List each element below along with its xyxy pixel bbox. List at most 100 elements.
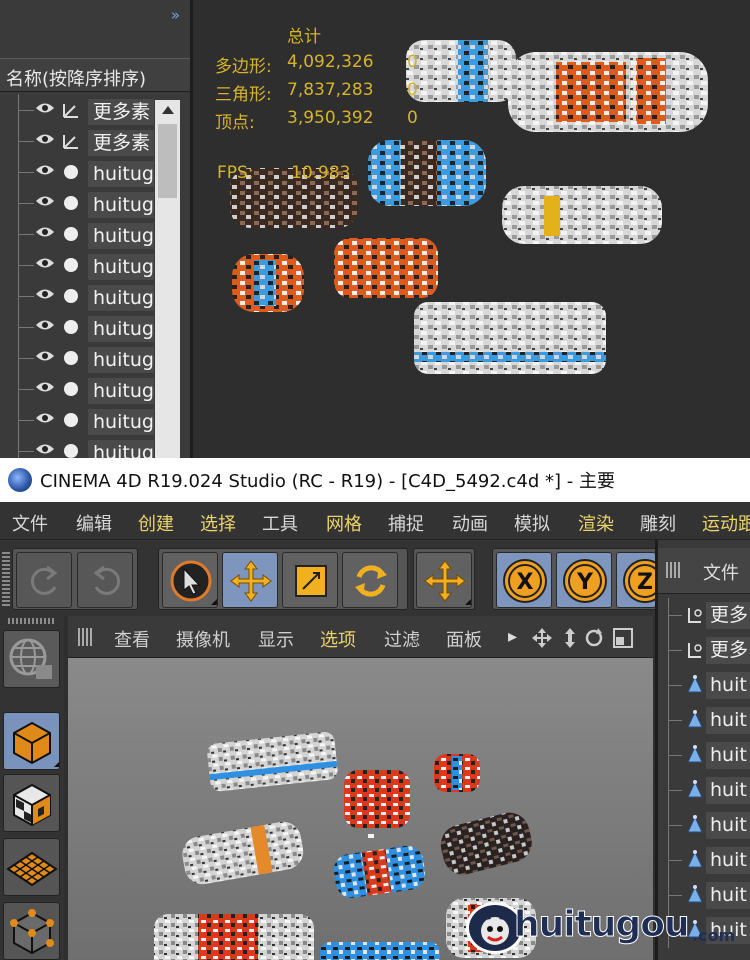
object-row[interactable]: huitug: [0, 187, 180, 220]
menu-item[interactable]: 创建: [138, 510, 174, 536]
model-mode-button[interactable]: [3, 712, 60, 770]
live-selection-button[interactable]: [162, 552, 218, 608]
object-row[interactable]: huitug: [0, 156, 180, 189]
menu-item[interactable]: 模拟: [514, 510, 550, 536]
right-object-row[interactable]: huit: [658, 703, 750, 738]
viewport-menu-item[interactable]: 显示: [258, 626, 294, 652]
model-top-8[interactable]: [414, 302, 606, 374]
pan-view-icon[interactable]: [532, 628, 552, 648]
menu-item[interactable]: 工具: [262, 510, 298, 536]
model-top-5[interactable]: [502, 186, 662, 244]
visibility-eye-icon[interactable]: [35, 163, 55, 177]
recent-tool-button[interactable]: [416, 552, 472, 608]
redo-button[interactable]: [77, 552, 133, 608]
right-object-row[interactable]: huit: [658, 773, 750, 808]
viewport-model-4[interactable]: [180, 819, 307, 887]
toolbar-grip-handle[interactable]: [2, 552, 10, 606]
model-top-3[interactable]: [368, 140, 486, 206]
viewport-model-3[interactable]: [434, 754, 480, 792]
scroll-up-arrow-icon[interactable]: [162, 106, 174, 114]
scale-button[interactable]: [282, 552, 338, 608]
model-top-1[interactable]: [406, 40, 516, 102]
z-axis-lock-button[interactable]: Z: [616, 552, 656, 608]
workplane-mode-button[interactable]: [3, 838, 60, 896]
menu-item[interactable]: 捕捉: [388, 510, 424, 536]
object-row[interactable]: huitug: [0, 249, 180, 282]
viewport-menu-item[interactable]: 面板: [446, 626, 482, 652]
texture-mode-button[interactable]: [3, 774, 60, 832]
right-object-row[interactable]: 更多: [658, 598, 750, 633]
viewport-menu-item[interactable]: 摄像机: [176, 626, 230, 652]
window-title-bar[interactable]: CINEMA 4D R19.024 Studio (RC - R19) - [C…: [0, 458, 750, 502]
make-editable-button[interactable]: [3, 630, 60, 688]
viewport-menu-item[interactable]: 查看: [114, 626, 150, 652]
visibility-eye-icon[interactable]: [35, 101, 55, 115]
menu-item[interactable]: 动画: [452, 510, 488, 536]
object-row[interactable]: huitug: [0, 404, 180, 437]
right-object-row[interactable]: huit: [658, 668, 750, 703]
visibility-eye-icon[interactable]: [35, 442, 55, 456]
object-row[interactable]: huitug: [0, 280, 180, 313]
right-object-row[interactable]: huit: [658, 843, 750, 878]
visibility-eye-icon[interactable]: [35, 380, 55, 394]
y-axis-lock-button[interactable]: Y: [556, 552, 612, 608]
object-row[interactable]: huitug: [0, 218, 180, 251]
point-mode-button[interactable]: [3, 902, 60, 960]
model-top-7[interactable]: [232, 254, 304, 312]
zoom-view-icon[interactable]: [565, 628, 575, 648]
menu-item[interactable]: 文件: [12, 510, 48, 536]
menu-item[interactable]: 渲染: [578, 510, 614, 536]
move-button[interactable]: [222, 552, 278, 608]
model-top-6[interactable]: [334, 238, 438, 298]
stats-polygons-value: 4,092,326: [287, 52, 374, 72]
file-menu[interactable]: 文件: [703, 559, 739, 585]
viewport-model-7[interactable]: [154, 914, 314, 960]
right-object-row[interactable]: huit: [658, 808, 750, 843]
object-row[interactable]: 更多素: [0, 94, 180, 127]
visibility-eye-icon[interactable]: [35, 411, 55, 425]
viewport-model-9[interactable]: [320, 942, 440, 960]
viewport-3d-top[interactable]: [196, 0, 750, 458]
viewport-more-arrow-icon[interactable]: ▸: [508, 626, 517, 647]
name-column-header[interactable]: 名称(按降序排序): [0, 58, 190, 92]
visibility-eye-icon[interactable]: [35, 287, 55, 301]
object-row[interactable]: huitug: [0, 342, 180, 375]
scrollbar-thumb[interactable]: [158, 124, 177, 198]
viewport-grip-handle[interactable]: [78, 628, 94, 646]
palette-grip-handle[interactable]: [8, 618, 56, 624]
viewport-menu-item[interactable]: 选项: [320, 626, 356, 652]
rotate-view-icon[interactable]: [585, 628, 603, 647]
menu-item[interactable]: 选择: [200, 510, 236, 536]
viewport-model-1[interactable]: [206, 731, 338, 792]
menu-item[interactable]: 运动跟: [702, 510, 750, 536]
object-row[interactable]: 更多素: [0, 125, 180, 158]
polygon-object-icon: [686, 780, 704, 800]
visibility-eye-icon[interactable]: [35, 349, 55, 363]
viewport-model-6[interactable]: [332, 844, 427, 900]
rotate-button[interactable]: [342, 552, 398, 608]
object-list-scrollbar[interactable]: [155, 100, 180, 458]
menu-item[interactable]: 雕刻: [640, 510, 676, 536]
viewport-menu-item[interactable]: 过滤: [384, 626, 420, 652]
visibility-eye-icon[interactable]: [35, 194, 55, 208]
tree-branch: [18, 141, 34, 142]
right-object-row[interactable]: 更多: [658, 633, 750, 668]
visibility-eye-icon[interactable]: [35, 132, 55, 146]
object-row[interactable]: huitug: [0, 373, 180, 406]
toggle-view-icon[interactable]: [613, 628, 633, 648]
object-manager-grip-handle[interactable]: [666, 562, 680, 578]
visibility-eye-icon[interactable]: [35, 318, 55, 332]
x-axis-lock-button[interactable]: X: [496, 552, 552, 608]
undo-button[interactable]: [16, 552, 72, 608]
visibility-eye-icon[interactable]: [35, 225, 55, 239]
menu-item[interactable]: 网格: [326, 510, 362, 536]
visibility-eye-icon[interactable]: [35, 256, 55, 270]
menu-item[interactable]: 编辑: [76, 510, 112, 536]
model-top-2[interactable]: [508, 52, 708, 132]
collapse-panel-icon[interactable]: »: [171, 6, 180, 24]
object-row[interactable]: huitug: [0, 435, 180, 458]
object-row[interactable]: huitug: [0, 311, 180, 344]
right-object-row[interactable]: huit: [658, 738, 750, 773]
viewport-model-5[interactable]: [437, 808, 536, 878]
viewport-model-2[interactable]: [344, 770, 410, 828]
